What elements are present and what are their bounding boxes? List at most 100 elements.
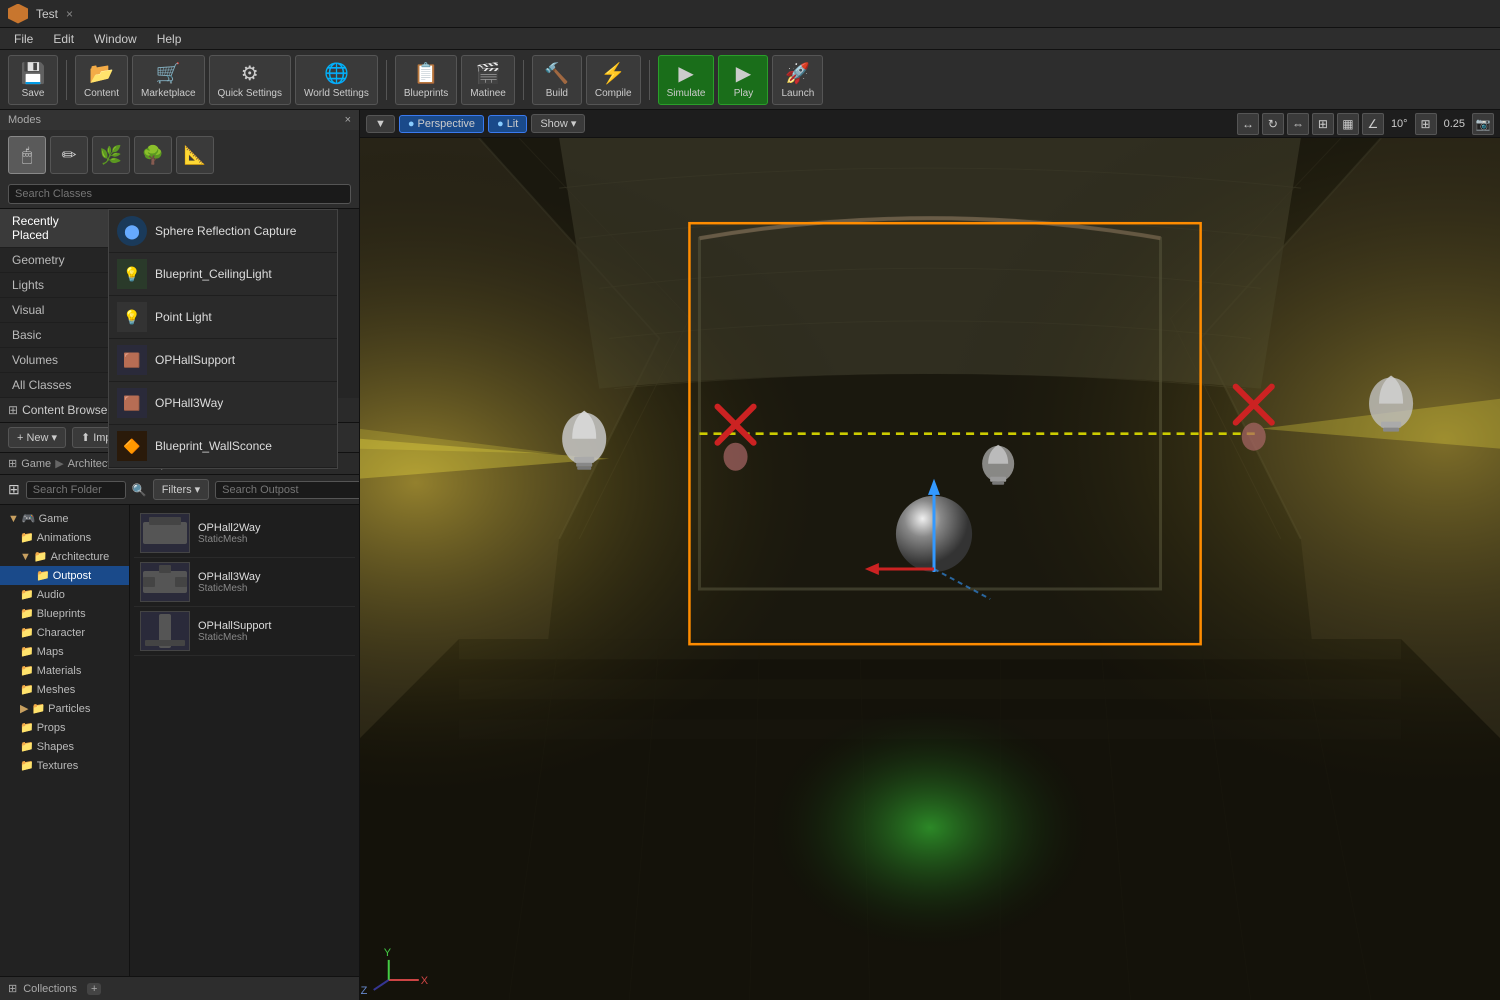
save-button[interactable]: 💾 Save [8, 55, 58, 105]
show-button[interactable]: Show ▾ [531, 114, 585, 133]
tree-textures[interactable]: 📁 Textures [0, 756, 129, 775]
compile-button[interactable]: ⚡ Compile [586, 55, 641, 105]
viewport[interactable]: ▼ ● Perspective ● Lit Show ▾ ↔ ↻ ⇔ ⊞ ▦ ∠ [360, 110, 1500, 1000]
viewport-menu-icon: ▼ [375, 118, 386, 130]
tree-maps[interactable]: 📁 Maps [0, 642, 129, 661]
scene-background: X Y Z [360, 138, 1500, 1000]
ophall3way-type: StaticMesh [198, 583, 261, 594]
category-basic[interactable]: Basic [0, 323, 110, 348]
svg-text:X: X [421, 975, 429, 987]
tree-animations[interactable]: 📁 Animations [0, 528, 129, 547]
world-settings-button[interactable]: 🌐 World Settings [295, 55, 378, 105]
import-icon: ⬆ [81, 431, 90, 444]
blueprints-button[interactable]: 📋 Blueprints [395, 55, 457, 105]
play-button[interactable]: ▶ Play [718, 55, 768, 105]
recent-item-sphere[interactable]: ⬤ Sphere Reflection Capture [109, 210, 337, 253]
camera-button[interactable]: 📷 [1472, 113, 1494, 135]
recent-item-ophall-support[interactable]: 🟫 OPHallSupport [109, 339, 337, 382]
audio-icon: 📁 [20, 588, 34, 601]
matinee-label: Matinee [470, 88, 506, 99]
compile-icon: ⚡ [601, 61, 626, 86]
modes-title: Modes [8, 114, 41, 126]
category-recently-placed[interactable]: Recently Placed [0, 209, 110, 248]
breadcrumb-game[interactable]: Game [21, 458, 51, 470]
mode-paint-button[interactable]: ✏ [50, 136, 88, 174]
mode-foliage-button[interactable]: 🌿 [92, 136, 130, 174]
tree-audio[interactable]: 📁 Audio [0, 585, 129, 604]
degree-value: 10° [1387, 118, 1412, 130]
modes-panel: Modes × 🖱 ✏ 🌿 🌳 📐 [0, 110, 359, 209]
tree-architecture[interactable]: ▼ 📁 Architecture [0, 547, 129, 566]
content-item-ophallsupport[interactable]: OPHallSupport StaticMesh [134, 607, 355, 656]
category-volumes[interactable]: Volumes [0, 348, 110, 373]
modes-icons: 🖱 ✏ 🌿 🌳 📐 [0, 130, 359, 180]
menu-edit[interactable]: Edit [43, 30, 84, 48]
tree-materials[interactable]: 📁 Materials [0, 661, 129, 680]
category-lights[interactable]: Lights [0, 273, 110, 298]
simulate-button[interactable]: ▶ Simulate [658, 55, 715, 105]
scale-button[interactable]: ⇔ [1287, 113, 1309, 135]
angle-button[interactable]: ∠ [1362, 113, 1384, 135]
tree-meshes[interactable]: 📁 Meshes [0, 680, 129, 699]
launch-button[interactable]: 🚀 Launch [772, 55, 823, 105]
settings-icon: ⚙ [241, 61, 259, 86]
new-button[interactable]: + New ▾ [8, 427, 66, 448]
tree-particles[interactable]: ▶ 📁 Particles [0, 699, 129, 718]
recent-item-wall-sconce[interactable]: 🔶 Blueprint_WallSconce [109, 425, 337, 468]
wall-sconce-icon: 🔶 [117, 431, 147, 461]
lit-button[interactable]: ● Lit [488, 115, 527, 133]
animations-icon: 📁 [20, 531, 34, 544]
viewport-menu-button[interactable]: ▼ [366, 115, 395, 133]
quick-settings-button[interactable]: ⚙ Quick Settings [209, 55, 291, 105]
mode-geometry-button[interactable]: 📐 [176, 136, 214, 174]
perspective-button[interactable]: ● Perspective [399, 115, 484, 133]
content-button[interactable]: 📂 Content [75, 55, 128, 105]
grid-toggle-button[interactable]: ▦ [1337, 113, 1359, 135]
modes-close-button[interactable]: × [345, 114, 351, 126]
perspective-icon: ● [408, 118, 415, 130]
recent-item-ceiling-light[interactable]: 💡 Blueprint_CeilingLight [109, 253, 337, 296]
search-classes-input[interactable] [8, 184, 351, 204]
tree-shapes[interactable]: 📁 Shapes [0, 737, 129, 756]
ue-logo [8, 4, 28, 24]
mode-select-button[interactable]: 🖱 [8, 136, 46, 174]
matinee-button[interactable]: 🎬 Matinee [461, 55, 515, 105]
tree-character[interactable]: 📁 Character [0, 623, 129, 642]
close-button[interactable]: × [66, 7, 73, 21]
menu-help[interactable]: Help [147, 30, 192, 48]
folder-tree: ▼ 🎮 Game 📁 Animations ▼ 📁 Architecture [0, 505, 130, 976]
snap-button[interactable]: ⊞ [1312, 113, 1334, 135]
translate-button[interactable]: ↔ [1237, 113, 1259, 135]
menu-window[interactable]: Window [84, 30, 147, 48]
play-label: Play [734, 88, 753, 99]
recent-item-ophall3way[interactable]: 🟫 OPHall3Way [109, 382, 337, 425]
breadcrumb-sep-1: ▶ [55, 457, 63, 470]
folder-search-input[interactable] [26, 481, 126, 499]
category-visual[interactable]: Visual [0, 298, 110, 323]
tree-props[interactable]: 📁 Props [0, 718, 129, 737]
tree-outpost[interactable]: 📁 Outpost [0, 566, 129, 585]
menu-file[interactable]: File [4, 30, 43, 48]
particles-label: Particles [48, 703, 90, 715]
tree-game[interactable]: ▼ 🎮 Game [0, 509, 129, 528]
build-button[interactable]: 🔨 Build [532, 55, 582, 105]
content-search-input[interactable] [215, 481, 359, 499]
content-item-ophall3way[interactable]: OPHall3Way StaticMesh [134, 558, 355, 607]
marketplace-button[interactable]: 🛒 Marketplace [132, 55, 204, 105]
titlebar: Test × [0, 0, 1500, 28]
recent-item-point-light[interactable]: 💡 Point Light [109, 296, 337, 339]
add-collection-button[interactable]: + [87, 983, 101, 995]
rotate-button[interactable]: ↻ [1262, 113, 1284, 135]
ophallsupport-thumb [140, 611, 190, 651]
tree-blueprints[interactable]: 📁 Blueprints [0, 604, 129, 623]
mode-landscape-button[interactable]: 🌳 [134, 136, 172, 174]
content-item-ophall2way[interactable]: OPHall2Way StaticMesh [134, 509, 355, 558]
play-icon: ▶ [736, 61, 751, 86]
meshes-icon: 📁 [20, 683, 34, 696]
scale-btn[interactable]: ⊞ [1415, 113, 1437, 135]
category-geometry[interactable]: Geometry [0, 248, 110, 273]
filter-label: Filters [162, 484, 192, 496]
collections-icon: ⊞ [8, 982, 17, 995]
filters-button[interactable]: Filters ▾ [153, 479, 209, 500]
category-all-classes[interactable]: All Classes [0, 373, 110, 398]
